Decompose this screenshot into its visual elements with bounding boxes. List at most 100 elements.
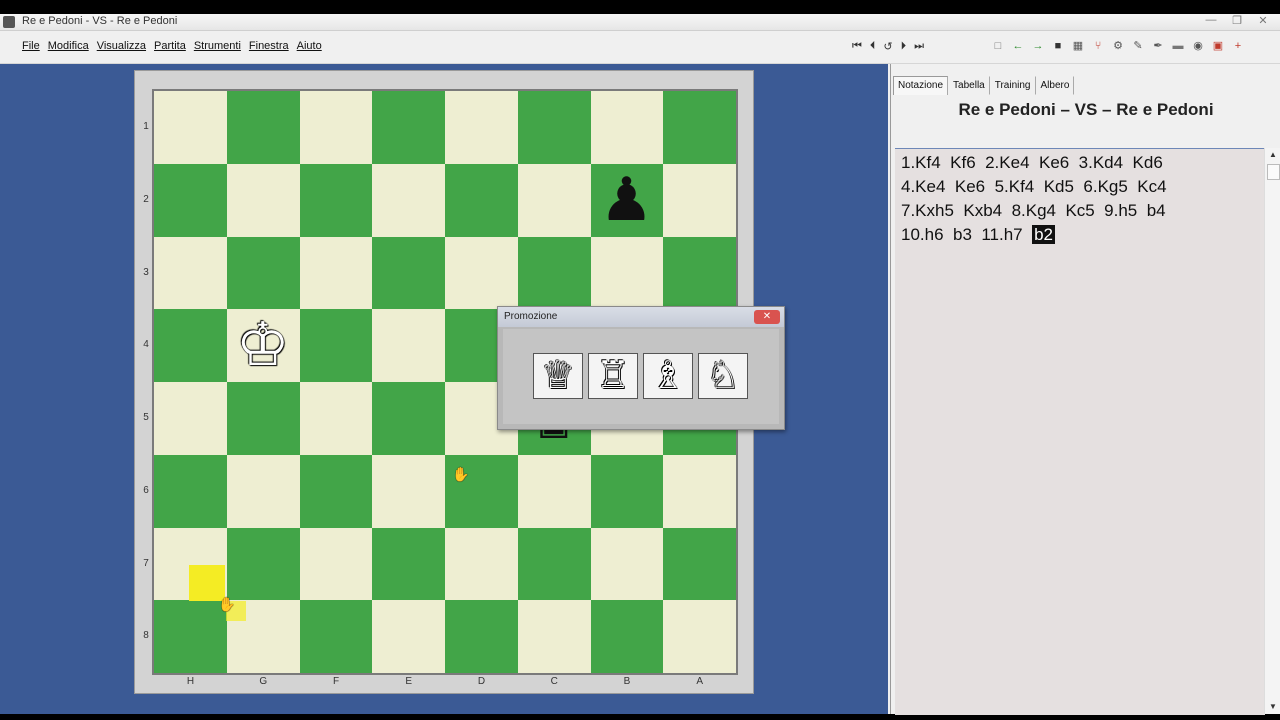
board-square[interactable] xyxy=(590,236,664,310)
tab-notazione[interactable]: Notazione xyxy=(893,76,949,95)
board-square[interactable] xyxy=(154,163,227,237)
menu-file[interactable]: File xyxy=(22,40,40,52)
board-square[interactable] xyxy=(154,382,227,455)
next-move-icon[interactable]: ⏵ xyxy=(901,40,907,53)
board-icon[interactable]: ▦ xyxy=(1070,38,1086,54)
tab-albero[interactable]: Albero xyxy=(1036,76,1075,95)
grid-icon[interactable]: ▣ xyxy=(1210,38,1226,54)
board-square[interactable] xyxy=(590,600,664,673)
board-square[interactable] xyxy=(663,91,736,164)
tab-tabella[interactable]: Tabella xyxy=(948,76,990,95)
board-square[interactable] xyxy=(154,91,227,164)
board-square[interactable] xyxy=(517,600,591,673)
board-square[interactable] xyxy=(299,309,373,382)
board-square[interactable] xyxy=(154,236,227,310)
board-square[interactable] xyxy=(517,91,591,164)
menu-aiuto[interactable]: Aiuto xyxy=(297,40,322,52)
move-line[interactable]: 1.Kf4 Kf6 2.Ke4 Ke6 3.Kd4 Kd6 xyxy=(901,151,1167,175)
tree-icon[interactable]: ⑂ xyxy=(1090,38,1106,54)
promote-knight-button[interactable]: ♘ xyxy=(698,353,748,399)
board-square[interactable] xyxy=(663,236,736,310)
board-square[interactable] xyxy=(299,454,373,528)
menu-modifica[interactable]: Modifica xyxy=(48,40,89,52)
board-square[interactable] xyxy=(372,163,445,237)
pen-icon[interactable]: ✒ xyxy=(1150,38,1166,54)
move-line[interactable]: 4.Ke4 Ke6 5.Kf4 Kd5 6.Kg5 Kc4 xyxy=(901,175,1167,199)
scroll-down-icon[interactable]: ▼ xyxy=(1265,700,1280,714)
board-square[interactable] xyxy=(226,163,300,237)
promote-rook-button[interactable]: ♖ xyxy=(588,353,638,399)
board-square[interactable] xyxy=(226,236,300,310)
board-square[interactable] xyxy=(663,600,736,673)
tab-training[interactable]: Training xyxy=(990,76,1036,95)
board-square[interactable] xyxy=(445,163,518,237)
scroll-up-icon[interactable]: ▲ xyxy=(1265,148,1280,162)
board-square[interactable] xyxy=(372,236,445,310)
board-square[interactable] xyxy=(226,91,300,164)
board-square[interactable] xyxy=(517,236,591,310)
plus-icon[interactable]: + xyxy=(1230,38,1246,54)
board-square[interactable] xyxy=(372,600,445,673)
board-square[interactable] xyxy=(445,600,518,673)
board-square[interactable] xyxy=(517,527,591,601)
board-square[interactable] xyxy=(372,527,445,601)
eraser-icon[interactable]: ▬ xyxy=(1170,38,1186,54)
board-square[interactable] xyxy=(590,527,664,601)
menu-finestra[interactable]: Finestra xyxy=(249,40,289,52)
close-icon[interactable]: ✕ xyxy=(1254,14,1272,27)
maximize-icon[interactable]: ❐ xyxy=(1228,14,1246,27)
menu-strumenti[interactable]: Strumenti xyxy=(194,40,241,52)
last-move-icon[interactable]: ⏭ xyxy=(914,40,924,53)
board-square[interactable] xyxy=(226,527,300,601)
undo-icon[interactable]: ↺ xyxy=(883,40,892,53)
minimize-icon[interactable]: — xyxy=(1202,14,1220,26)
board-square[interactable] xyxy=(154,600,227,673)
edit-icon[interactable]: ✎ xyxy=(1130,38,1146,54)
engine-icon[interactable]: ⚙ xyxy=(1110,38,1126,54)
board-square[interactable] xyxy=(154,454,227,528)
menu-partita[interactable]: Partita xyxy=(154,40,186,52)
move-line[interactable]: 10.h6 b3 11.h7 xyxy=(901,225,1032,244)
board-square[interactable] xyxy=(372,309,445,382)
board-square[interactable] xyxy=(299,600,373,673)
scroll-thumb[interactable] xyxy=(1267,164,1280,180)
board-square[interactable] xyxy=(226,382,300,455)
board-square[interactable] xyxy=(517,163,591,237)
scrollbar[interactable]: ▲ ▼ xyxy=(1264,148,1280,714)
board-square[interactable] xyxy=(663,454,736,528)
board-square[interactable] xyxy=(154,309,227,382)
new-icon[interactable]: □ xyxy=(990,38,1006,54)
board-square[interactable] xyxy=(445,91,518,164)
board-square[interactable] xyxy=(590,91,664,164)
board-square[interactable] xyxy=(517,454,591,528)
board-square[interactable] xyxy=(372,454,445,528)
black-pawn-icon[interactable]: ♟ xyxy=(591,164,663,236)
move-list[interactable]: 1.Kf4 Kf6 2.Ke4 Ke6 3.Kd4 Kd6 4.Ke4 Ke6 … xyxy=(895,148,1265,715)
white-king-icon[interactable]: ♔ xyxy=(227,309,299,381)
prev-move-icon[interactable]: ⏴ xyxy=(870,40,876,53)
move-line[interactable]: 7.Kxh5 Kxb4 8.Kg4 Kc5 9.h5 b4 xyxy=(901,199,1167,223)
save-icon[interactable]: ■ xyxy=(1050,38,1066,54)
eye-icon[interactable]: ◉ xyxy=(1190,38,1206,54)
promote-bishop-button[interactable]: ♗ xyxy=(643,353,693,399)
board-square[interactable] xyxy=(226,454,300,528)
board-square[interactable] xyxy=(663,527,736,601)
board-square[interactable] xyxy=(299,527,373,601)
board-square[interactable] xyxy=(299,382,373,455)
board-square[interactable] xyxy=(299,236,373,310)
board-square[interactable] xyxy=(445,236,518,310)
current-move[interactable]: b2 xyxy=(1032,225,1055,244)
promote-queen-button[interactable]: ♕ xyxy=(533,353,583,399)
arrow-left-icon[interactable]: ← xyxy=(1010,38,1026,54)
board-square[interactable] xyxy=(299,91,373,164)
menu-visualizza[interactable]: Visualizza xyxy=(97,40,146,52)
first-move-icon[interactable]: ⏮ xyxy=(852,40,862,53)
board-square[interactable] xyxy=(372,91,445,164)
board-square[interactable] xyxy=(372,382,445,455)
board-square[interactable] xyxy=(663,163,736,237)
board-square[interactable] xyxy=(445,527,518,601)
arrow-right-icon[interactable]: → xyxy=(1030,38,1046,54)
board-square[interactable] xyxy=(590,454,664,528)
dialog-close-icon[interactable]: ✕ xyxy=(754,310,780,324)
board-square[interactable] xyxy=(299,163,373,237)
